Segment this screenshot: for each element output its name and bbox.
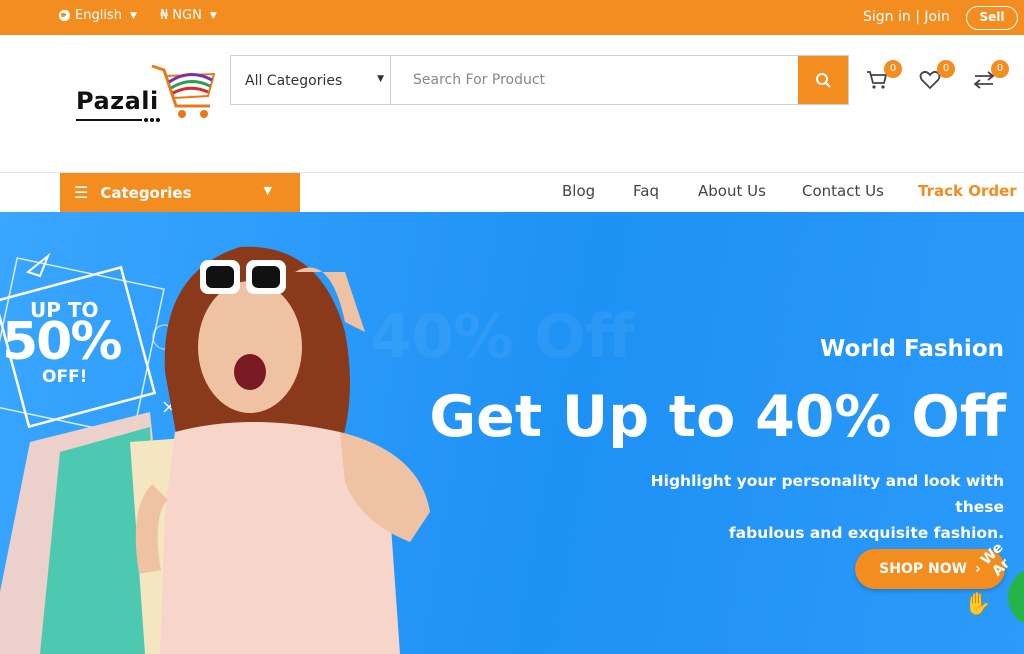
wishlist-count-badge: 0 <box>937 60 955 78</box>
background-watermark: 40% Off <box>370 302 635 372</box>
search-icon <box>816 73 831 88</box>
waving-hand-icon: ✋ <box>964 592 992 617</box>
cart-count-badge: 0 <box>884 60 902 78</box>
search-input[interactable] <box>391 56 798 104</box>
hero-model-image <box>0 246 430 654</box>
cart-button[interactable]: 0 <box>866 60 902 94</box>
categories-label: Categories <box>100 183 192 202</box>
hero-description-line-1: Highlight your personality and look with… <box>650 472 1004 516</box>
language-selector[interactable]: English ▼ <box>58 8 137 23</box>
chevron-down-icon: ▼ <box>209 10 217 21</box>
naira-icon: ₦ <box>160 8 169 23</box>
shop-now-label: SHOP NOW <box>879 561 968 577</box>
wishlist-button[interactable]: 0 <box>919 60 955 94</box>
chat-widget-button[interactable] <box>1008 567 1024 627</box>
nav-link-contact-us[interactable]: Contact Us <box>802 182 884 200</box>
categories-dropdown[interactable]: ☰ Categories ▼ <box>60 173 300 212</box>
hero-banner: UP TO 50% OFF! 40% Off World Fashion Get… <box>0 212 1024 654</box>
caret-down-icon: ▼ <box>377 74 384 84</box>
hamburger-icon: ☰ <box>74 183 89 202</box>
currency-selector[interactable]: ₦ NGN ▼ <box>160 8 217 23</box>
signin-join-link[interactable]: Sign in | Join <box>863 9 950 25</box>
hero-subtitle: World Fashion <box>819 336 1004 362</box>
compare-button[interactable]: 0 <box>973 60 1009 94</box>
nav-link-track-order[interactable]: Track Order <box>918 182 1017 200</box>
nav-link-faq[interactable]: Faq <box>633 182 659 200</box>
sell-button[interactable]: Sell <box>966 6 1018 30</box>
logo-text: Pazali <box>76 87 159 115</box>
hero-title: Get Up to 40% Off <box>429 384 1006 450</box>
chevron-down-icon: ▼ <box>263 184 272 197</box>
currency-label: NGN <box>172 8 202 23</box>
search-bar: All Categories ▼ <box>230 55 849 105</box>
chevron-down-icon: ▼ <box>129 10 137 21</box>
chevron-right-icon: › <box>975 561 981 577</box>
language-label: English <box>75 8 122 23</box>
category-select[interactable]: All Categories ▼ <box>231 56 391 104</box>
hero-description: Highlight your personality and look with… <box>604 468 1004 546</box>
compare-count-badge: 0 <box>991 60 1009 78</box>
nav-link-blog[interactable]: Blog <box>562 182 595 200</box>
search-button[interactable] <box>798 56 848 104</box>
top-bar: English ▼ ₦ NGN ▼ Sign in | Join Sell <box>0 0 1024 35</box>
logo[interactable]: Pazali <box>72 62 222 132</box>
globe-icon <box>58 9 71 22</box>
nav-link-about-us[interactable]: About Us <box>698 182 766 200</box>
category-select-value: All Categories <box>245 73 343 89</box>
hero-description-line-2: fabulous and exquisite fashion. <box>728 524 1004 542</box>
